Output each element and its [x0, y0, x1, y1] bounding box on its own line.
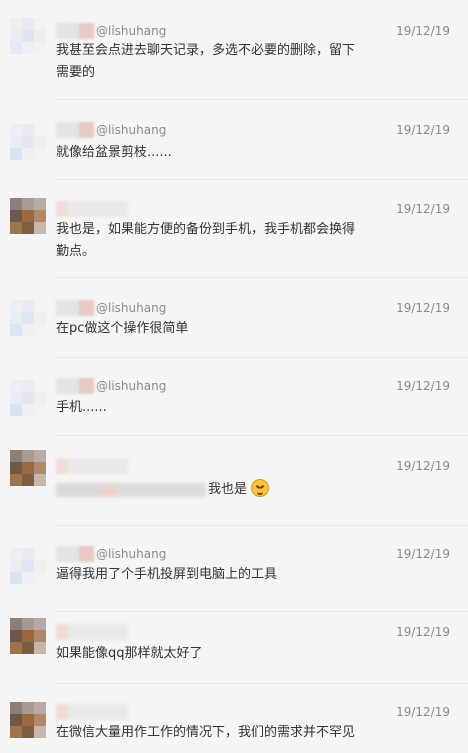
author-row: [56, 200, 130, 218]
comment-text-content: 我也是: [208, 482, 248, 497]
author-name-redacted[interactable]: [56, 201, 128, 217]
author-row: @lishuhang: [56, 22, 166, 40]
comment-item: 19/12/19 我也是，如果能方便的备份到手机，我手机都会换得 勤点。: [0, 180, 468, 278]
reply-handle[interactable]: @lishuhang: [96, 377, 166, 395]
grimacing-face-icon: [251, 479, 270, 497]
comment-text: 在pc做这个操作很简单: [56, 321, 189, 336]
comment-text: 逼得我用了个手机投屏到电脑上的工具: [56, 567, 278, 582]
comment-item: @lishuhang 19/12/19 我甚至会点进去聊天记录，多选不必要的删除…: [0, 0, 468, 100]
author-row: @lishuhang: [56, 299, 166, 317]
comment-text: 就像给盆景剪枝......: [56, 145, 172, 160]
reply-handle[interactable]: @lishuhang: [96, 121, 166, 139]
comment-text: 如果能像qq那样就太好了: [56, 646, 203, 661]
comment-text: 我甚至会点进去聊天记录，多选不必要的删除，留下 需要的: [56, 43, 356, 80]
avatar[interactable]: [10, 198, 46, 234]
author-row: [56, 457, 130, 475]
author-row: @lishuhang: [56, 545, 166, 563]
avatar[interactable]: [10, 548, 46, 584]
reply-handle[interactable]: @lishuhang: [96, 545, 166, 563]
comment-text: 我也是，如果能方便的备份到手机，我手机都会换得 勤点。: [56, 222, 356, 259]
comment-date: 19/12/19: [396, 123, 450, 137]
comment-text: 我也是: [208, 479, 328, 501]
comment-date: 19/12/19: [396, 547, 450, 561]
comment-item: @lishuhang 19/12/19 手机......: [0, 358, 468, 436]
comment-date: 19/12/19: [396, 625, 450, 639]
author-name-redacted[interactable]: [56, 23, 94, 39]
author-name-redacted[interactable]: [56, 378, 94, 394]
comment-text: 手机......: [56, 400, 107, 415]
avatar[interactable]: [10, 618, 46, 654]
comment-item: 19/12/19 在微信大量用作工作的情况下，我们的需求并不罕见: [0, 684, 468, 753]
comment-item: @lishuhang 19/12/19 在pc做这个操作很简单: [0, 278, 468, 358]
comment-text: 在微信大量用作工作的情况下，我们的需求并不罕见: [56, 725, 356, 740]
author-name-redacted[interactable]: [56, 458, 128, 474]
comment-date: 19/12/19: [396, 379, 450, 393]
author-name-redacted[interactable]: [56, 300, 94, 316]
comment-item: @lishuhang 19/12/19 就像给盆景剪枝......: [0, 100, 468, 180]
author-name-redacted[interactable]: [56, 546, 94, 562]
comment-item: 19/12/19 我也是: [0, 436, 468, 526]
comment-date: 19/12/19: [396, 24, 450, 38]
author-name-redacted[interactable]: [56, 704, 128, 720]
avatar[interactable]: [10, 18, 46, 54]
comment-date: 19/12/19: [396, 202, 450, 216]
comment-item: 19/12/19 如果能像qq那样就太好了: [0, 612, 468, 684]
comment-list: @lishuhang 19/12/19 我甚至会点进去聊天记录，多选不必要的删除…: [0, 0, 468, 753]
author-row: [56, 623, 130, 641]
comment-item: @lishuhang 19/12/19 逼得我用了个手机投屏到电脑上的工具: [0, 526, 468, 612]
reply-handle[interactable]: @lishuhang: [96, 22, 166, 40]
avatar[interactable]: [10, 300, 46, 336]
author-name-redacted[interactable]: [56, 624, 128, 640]
author-row: @lishuhang: [56, 121, 166, 139]
author-row: @lishuhang: [56, 377, 166, 395]
avatar[interactable]: [10, 380, 46, 416]
comment-date: 19/12/19: [396, 705, 450, 719]
avatar[interactable]: [10, 124, 46, 160]
avatar[interactable]: [10, 450, 46, 486]
avatar[interactable]: [10, 702, 46, 738]
comment-date: 19/12/19: [396, 459, 450, 473]
reply-handle[interactable]: @lishuhang: [96, 299, 166, 317]
author-name-redacted[interactable]: [56, 122, 94, 138]
comment-date: 19/12/19: [396, 301, 450, 315]
author-row: [56, 703, 130, 721]
